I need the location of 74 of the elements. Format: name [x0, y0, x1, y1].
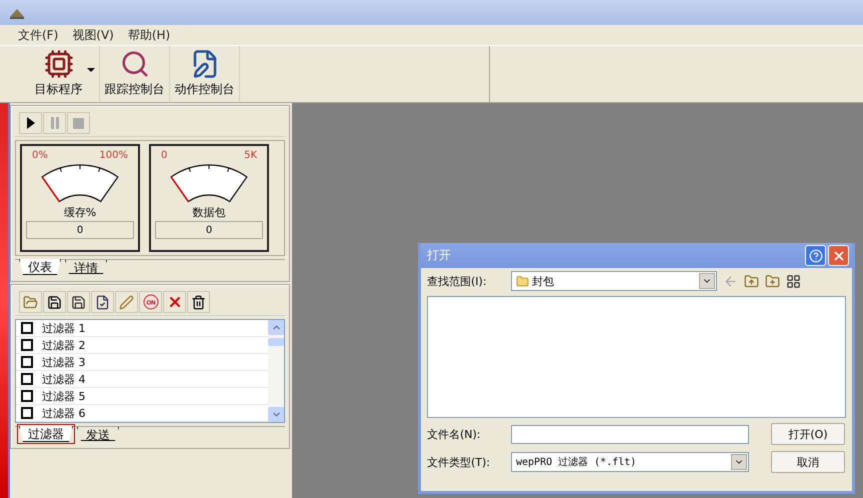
filter-label: 过滤器 5 — [42, 388, 86, 404]
trash-icon — [191, 294, 206, 310]
filter-row[interactable]: 过滤器 2 — [16, 337, 268, 354]
scale-min: 0% — [32, 150, 48, 161]
open-button[interactable] — [19, 291, 42, 313]
file-type-label: 文件类型(T): — [427, 454, 492, 470]
filter-row[interactable]: 过滤器 6 — [16, 405, 268, 422]
open-button[interactable]: 打开(O) — [771, 423, 845, 445]
filter-label: 过滤器 1 — [42, 320, 86, 336]
pause-icon — [50, 117, 58, 129]
gauge-title: 数据包 — [192, 205, 226, 220]
checkbox[interactable] — [21, 339, 33, 351]
checkbox[interactable] — [21, 356, 33, 368]
checkbox[interactable] — [21, 322, 33, 334]
new-folder-icon[interactable] — [765, 274, 780, 288]
scale-max: 100% — [99, 150, 128, 161]
save-as-button[interactable] — [67, 291, 90, 313]
filter-row[interactable]: 过滤器 4 — [16, 371, 268, 388]
file-type-dropdown[interactable]: wepPRO 过滤器 (*.flt) — [511, 452, 749, 472]
view-menu-icon[interactable] — [786, 274, 801, 288]
close-icon — [832, 248, 846, 262]
scale-max: 5K — [244, 150, 257, 161]
folder-icon — [516, 274, 529, 288]
help-button[interactable] — [805, 245, 826, 266]
scrollbar[interactable] — [268, 320, 284, 422]
trash-button[interactable] — [187, 291, 210, 313]
filter-label: 过滤器 2 — [42, 338, 86, 352]
tab[interactable]: 详情 — [65, 260, 107, 274]
filter-row[interactable]: 过滤器 3 — [16, 354, 268, 371]
gauge-title: 缓存% — [64, 205, 96, 220]
checkbox[interactable] — [21, 373, 33, 385]
cancel-button[interactable]: 取消 — [771, 451, 845, 473]
save-button[interactable] — [43, 291, 66, 313]
scrollbar-thumb[interactable] — [268, 338, 284, 346]
pen-icon — [119, 294, 134, 310]
stop-icon — [73, 118, 84, 128]
chip-icon — [44, 49, 74, 79]
filter-row[interactable]: 过滤器 5 — [16, 388, 268, 405]
check-button[interactable] — [91, 291, 114, 313]
dialog-title: 打开 — [427, 247, 451, 264]
look-in-dropdown[interactable]: 封包 — [511, 271, 717, 291]
menu-item[interactable]: 文件(F) — [18, 26, 58, 44]
scale-min: 0 — [161, 150, 168, 161]
close-button[interactable] — [828, 245, 849, 266]
filter-label: 过滤器 4 — [42, 372, 86, 386]
gauge-reading: 0 — [155, 221, 263, 239]
file-name-label: 文件名(N): — [427, 426, 482, 442]
filter-label: 过滤器 3 — [42, 354, 86, 370]
folder-up-icon[interactable] — [744, 274, 759, 288]
file-type-value: wepPRO 过滤器 (*.flt) — [516, 456, 636, 469]
look-in-value: 封包 — [532, 274, 554, 288]
floppy-icon — [47, 294, 62, 310]
file-name-field[interactable] — [511, 424, 749, 444]
delete-button[interactable] — [163, 291, 186, 313]
look-in-label: 查找范围(I): — [427, 274, 488, 288]
filter-row[interactable]: 过滤器 1 — [16, 320, 268, 337]
filter-label: 过滤器 6 — [42, 406, 86, 420]
gauge-reading: 0 — [26, 221, 134, 239]
tab[interactable]: 过滤器 — [19, 426, 73, 442]
tab[interactable]: 仪表 — [19, 259, 61, 275]
folder-icon — [23, 294, 38, 310]
help-icon — [808, 248, 822, 262]
media-button[interactable] — [19, 112, 42, 134]
magnifier-icon — [120, 49, 150, 79]
floppy-icon — [71, 294, 86, 310]
menu-item[interactable]: 帮助(H) — [128, 26, 170, 44]
menu-item[interactable]: 视图(V) — [72, 26, 114, 44]
play-icon — [26, 117, 34, 129]
tab[interactable]: 发送 — [77, 427, 119, 441]
checkbox[interactable] — [21, 407, 33, 419]
app-icon — [10, 6, 24, 18]
document-check-icon — [95, 294, 110, 310]
edit-button[interactable] — [115, 291, 138, 313]
checkbox[interactable] — [21, 390, 33, 402]
